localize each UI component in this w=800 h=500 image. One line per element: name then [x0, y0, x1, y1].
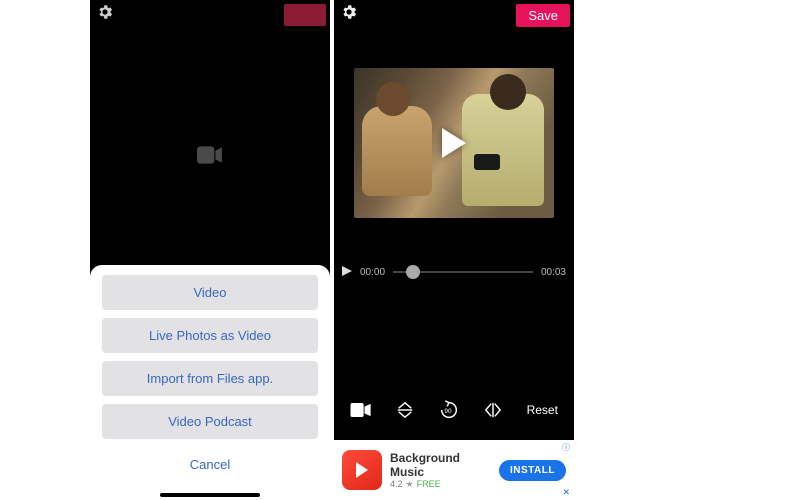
install-button[interactable]: INSTALL [499, 460, 566, 481]
camera-icon[interactable] [350, 403, 372, 417]
ad-info-icon[interactable]: ⓘ [562, 442, 570, 453]
video-preview[interactable] [334, 28, 574, 258]
video-thumbnail [354, 68, 554, 218]
ad-subtitle: 4.2 ★ FREE [390, 479, 491, 490]
star-icon: ★ [406, 479, 414, 490]
home-indicator [160, 493, 260, 497]
save-button-disabled [284, 4, 326, 26]
sheet-option-files[interactable]: Import from Files app. [102, 361, 318, 396]
ad-close-icon[interactable]: ✕ [562, 487, 570, 498]
save-button[interactable]: Save [516, 4, 570, 27]
sheet-option-video[interactable]: Video [102, 275, 318, 310]
play-icon[interactable] [342, 266, 352, 279]
sheet-cancel[interactable]: Cancel [102, 447, 318, 482]
play-icon[interactable] [354, 68, 554, 218]
sheet-option-live-photos[interactable]: Live Photos as Video [102, 318, 318, 353]
scrubber-track[interactable] [393, 271, 533, 273]
ad-rating: 4.2 [390, 479, 403, 489]
home-indicator [404, 495, 504, 499]
rotate-90-icon[interactable]: 90 [438, 399, 460, 421]
flip-horizontal-icon[interactable] [484, 401, 502, 419]
camera-icon [197, 146, 223, 164]
topbar [90, 0, 330, 28]
video-preview-empty[interactable] [90, 28, 330, 282]
svg-text:90: 90 [445, 408, 453, 415]
flip-vertical-icon[interactable] [396, 401, 414, 419]
edit-toolbar: 90 Reset [334, 380, 574, 440]
sheet-option-podcast[interactable]: Video Podcast [102, 404, 318, 439]
ad-banner[interactable]: Background Music 4.2 ★ FREE INSTALL ⓘ ✕ [334, 440, 574, 500]
ad-title: Background Music [390, 451, 491, 479]
topbar: Save [334, 0, 574, 28]
phone-left: 00:00 00:00 Video Live Photos as Video I… [90, 0, 330, 500]
time-start: 00:00 [360, 267, 385, 278]
ad-app-icon [342, 450, 382, 490]
ad-free-label: FREE [417, 479, 441, 489]
gear-icon[interactable] [96, 3, 114, 26]
scrubber-knob[interactable] [406, 265, 420, 279]
phone-right: Save 00:00 00:03 [334, 0, 574, 500]
time-end: 00:03 [541, 267, 566, 278]
import-sheet: Video Live Photos as Video Import from F… [90, 265, 330, 500]
reset-button[interactable]: Reset [527, 403, 558, 417]
scrubber: 00:00 00:03 [334, 258, 574, 286]
gear-icon[interactable] [340, 3, 358, 26]
